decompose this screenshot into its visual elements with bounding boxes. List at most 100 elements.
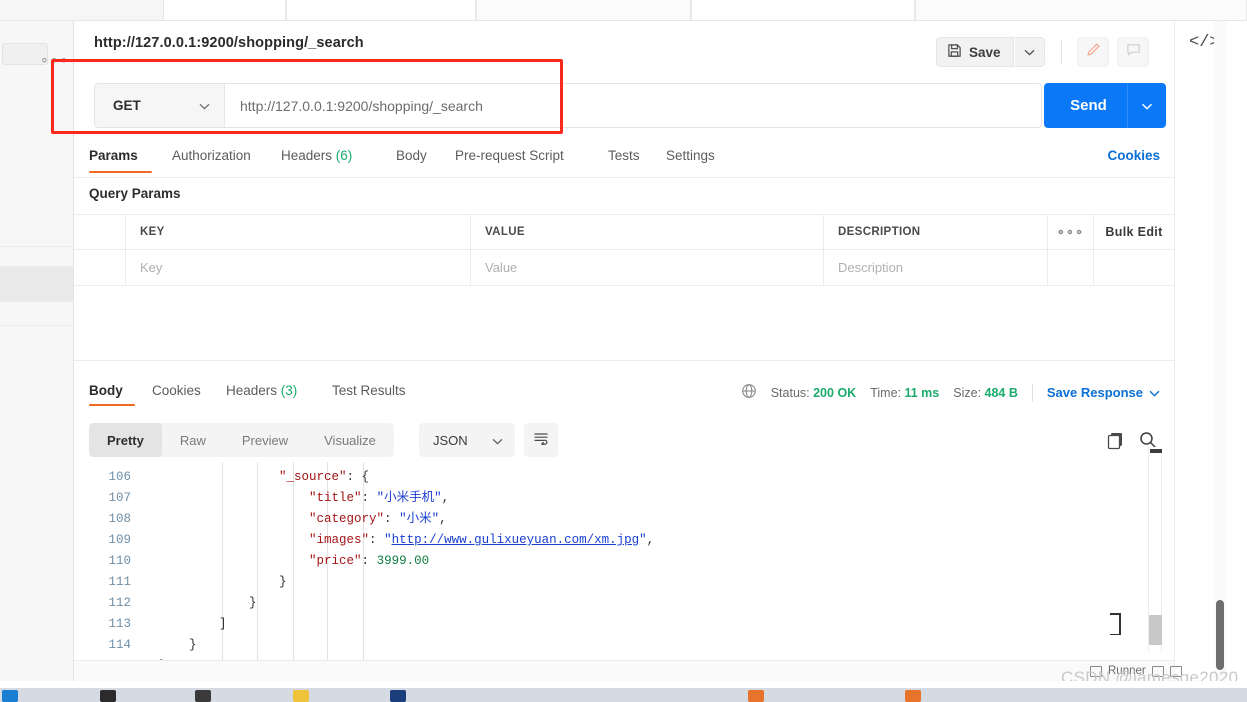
line-number: 111: [108, 575, 131, 589]
line-number-gutter: 106107108109110111112113114115: [74, 462, 140, 681]
status-label: Status: 200 OK: [770, 385, 857, 400]
code-line: }: [279, 575, 287, 589]
view-mode-pretty[interactable]: Pretty: [89, 423, 162, 457]
size-value: 484 B: [984, 385, 1018, 400]
http-method-label: GET: [113, 98, 141, 113]
view-mode-group: Pretty Raw Preview Visualize: [89, 423, 394, 457]
taskbar-icon[interactable]: [2, 690, 18, 702]
view-mode-preview[interactable]: Preview: [224, 423, 306, 457]
column-value: VALUE: [471, 215, 824, 249]
line-number: 114: [108, 638, 131, 652]
tab-params[interactable]: Params: [89, 148, 138, 163]
view-mode-raw[interactable]: Raw: [162, 423, 224, 457]
code-line: }: [249, 596, 257, 610]
request-response-panel: http://127.0.0.1:9200/shopping/_search S…: [74, 21, 1174, 681]
params-empty-area: [74, 287, 1174, 361]
column-options-icon[interactable]: ∘∘∘: [1048, 215, 1094, 249]
request-tabs: Params Authorization Headers (6) Body Pr…: [74, 138, 1174, 178]
table-header-row: KEY VALUE DESCRIPTION ∘∘∘ Bulk Edit: [74, 214, 1174, 250]
window-tab[interactable]: [691, 0, 915, 20]
request-url-input[interactable]: http://127.0.0.1:9200/shopping/_search: [225, 84, 1041, 127]
cookies-link[interactable]: Cookies: [1107, 148, 1160, 163]
time-label: Time: 11 ms: [870, 385, 940, 400]
section-divider: [74, 360, 1174, 361]
taskbar-icon[interactable]: [293, 690, 309, 702]
chevron-down-icon: [1141, 97, 1153, 115]
response-tab-headers[interactable]: Headers (3): [226, 383, 297, 398]
text-cursor-stem: [1119, 613, 1121, 635]
taskbar-icon[interactable]: [100, 690, 116, 702]
column-description: DESCRIPTION: [824, 215, 1048, 249]
query-params-title: Query Params: [89, 186, 181, 201]
row-checkbox[interactable]: [74, 250, 126, 285]
code-scrollbar-thumb[interactable]: [1149, 615, 1162, 645]
response-tab-body[interactable]: Body: [89, 383, 123, 398]
code-line: "category": "小米",: [309, 512, 447, 526]
tab-tests[interactable]: Tests: [608, 148, 640, 163]
save-options-button[interactable]: [1015, 37, 1045, 67]
chevron-down-icon: [1024, 43, 1035, 61]
tab-authorization[interactable]: Authorization: [172, 148, 251, 163]
save-button[interactable]: Save: [936, 37, 1014, 67]
code-lines: "_source": { "title": "小米手机", "category"…: [144, 467, 654, 677]
select-all-cell: [74, 215, 126, 249]
active-tab-underline: [89, 171, 152, 173]
code-line: }: [189, 638, 197, 652]
line-number: 108: [108, 512, 131, 526]
edit-button[interactable]: [1077, 37, 1109, 67]
comment-button[interactable]: [1117, 37, 1149, 67]
tab-settings[interactable]: Settings: [666, 148, 715, 163]
row-spacer: [1094, 250, 1174, 285]
window-tab[interactable]: [476, 0, 691, 20]
bulk-edit-button[interactable]: Bulk Edit: [1094, 215, 1174, 249]
text-cursor: [1110, 613, 1121, 635]
send-options-caret[interactable]: [1128, 97, 1166, 115]
tab-body[interactable]: Body: [396, 148, 427, 163]
http-method-select[interactable]: GET: [95, 84, 225, 127]
line-number: 106: [108, 470, 131, 484]
taskbar-icon[interactable]: [905, 690, 921, 702]
response-format-label: JSON: [433, 432, 468, 448]
line-number: 109: [108, 533, 131, 547]
request-url-bar: GET http://127.0.0.1:9200/shopping/_sear…: [94, 83, 1042, 128]
param-value-input[interactable]: Value: [471, 250, 824, 285]
param-description-input[interactable]: Description: [824, 250, 1048, 285]
line-number: 112: [108, 596, 131, 610]
chevron-down-icon: [1149, 385, 1160, 400]
line-number: 113: [108, 617, 131, 631]
param-key-input[interactable]: Key: [126, 250, 471, 285]
taskbar-icon[interactable]: [390, 690, 406, 702]
code-line: "images": "http://www.gulixueyuan.com/xm…: [309, 533, 655, 547]
time-value: 11 ms: [904, 385, 940, 400]
save-response-button[interactable]: Save Response: [1047, 385, 1160, 400]
wrap-lines-button[interactable]: [524, 423, 558, 457]
response-format-select[interactable]: JSON: [419, 423, 515, 457]
window-tab[interactable]: [163, 0, 286, 20]
response-tab-cookies[interactable]: Cookies: [152, 383, 201, 398]
sidebar-more-icon[interactable]: ∘∘∘: [40, 52, 68, 67]
copy-button[interactable]: [1105, 429, 1127, 456]
tab-pre-request-script[interactable]: Pre-request Script: [455, 148, 564, 163]
send-button-label: Send: [1070, 97, 1107, 114]
sidebar-item-selected[interactable]: [0, 266, 73, 301]
save-button-label: Save: [969, 44, 1001, 60]
sidebar: ∘∘∘: [0, 21, 74, 681]
taskbar-icon[interactable]: [195, 690, 211, 702]
tab-headers[interactable]: Headers (6): [281, 148, 352, 163]
status-divider: [1031, 383, 1033, 402]
window-tab[interactable]: [286, 0, 476, 20]
active-response-tab-underline: [89, 404, 135, 406]
row-options[interactable]: [1048, 250, 1094, 285]
window-tab[interactable]: [915, 0, 1247, 20]
view-mode-visualize[interactable]: Visualize: [306, 423, 394, 457]
postman-window: ∘∘∘ http://127.0.0.1:9200/shopping/_sear…: [0, 0, 1247, 702]
send-button[interactable]: Send: [1044, 83, 1166, 128]
response-body-toolbar: Pretty Raw Preview Visualize JSON: [74, 420, 1174, 462]
line-number: 107: [108, 491, 131, 505]
response-body-code[interactable]: 106107108109110111112113114115 "_source"…: [74, 462, 1174, 681]
taskbar-icon[interactable]: [748, 690, 764, 702]
page-scrollbar-thumb[interactable]: [1216, 600, 1224, 670]
response-tab-test-results[interactable]: Test Results: [332, 383, 406, 398]
column-key: KEY: [126, 215, 471, 249]
page-scrollbar-track[interactable]: [1214, 21, 1226, 681]
